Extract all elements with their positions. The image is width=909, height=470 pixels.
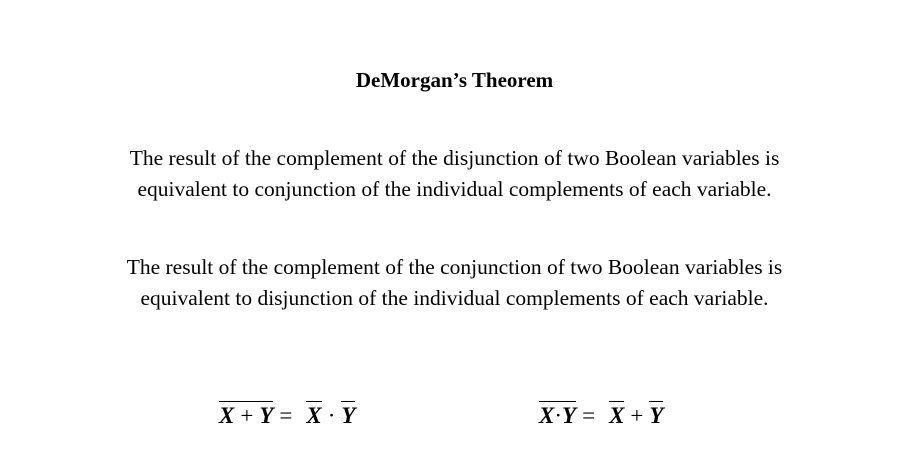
paragraph-conjunction-complement: The result of the complement of the conj… (40, 252, 869, 314)
formula-demorgan-or: X + Y = X · Y (219, 398, 356, 434)
lhs-overline-group: X·Y (539, 401, 577, 429)
variable-x: X (539, 403, 555, 428)
variable-x: X (609, 403, 625, 428)
paragraph-line: equivalent to conjunction of the individ… (137, 177, 772, 201)
variable-y: Y (341, 403, 356, 428)
rhs-overline-x: X (306, 401, 322, 429)
variable-x: X (306, 403, 322, 428)
rhs-overline-y: Y (649, 401, 664, 429)
operator-and: · (554, 403, 563, 428)
rhs-overline-x: X (609, 401, 625, 429)
operator-or: + (240, 403, 254, 428)
equals-sign: = (279, 403, 293, 428)
formula-demorgan-and: X·Y = X + Y (539, 398, 664, 434)
variable-y: Y (259, 403, 274, 428)
paragraph-line: equivalent to disjunction of the individ… (140, 286, 769, 310)
variable-x: X (219, 403, 235, 428)
equals-sign: = (582, 403, 596, 428)
page-title: DeMorgan’s Theorem (355, 68, 554, 92)
lhs-overline-group: X + Y (219, 401, 274, 429)
rhs-overline-y: Y (341, 401, 356, 429)
paragraph-disjunction-complement: The result of the complement of the disj… (40, 143, 869, 205)
paragraph-line: The result of the complement of the disj… (129, 146, 780, 170)
variable-y: Y (649, 403, 664, 428)
paragraph-line: The result of the complement of the conj… (126, 255, 783, 279)
operator-and: · (327, 403, 336, 428)
operator-or: + (630, 403, 644, 428)
variable-y: Y (562, 403, 577, 428)
